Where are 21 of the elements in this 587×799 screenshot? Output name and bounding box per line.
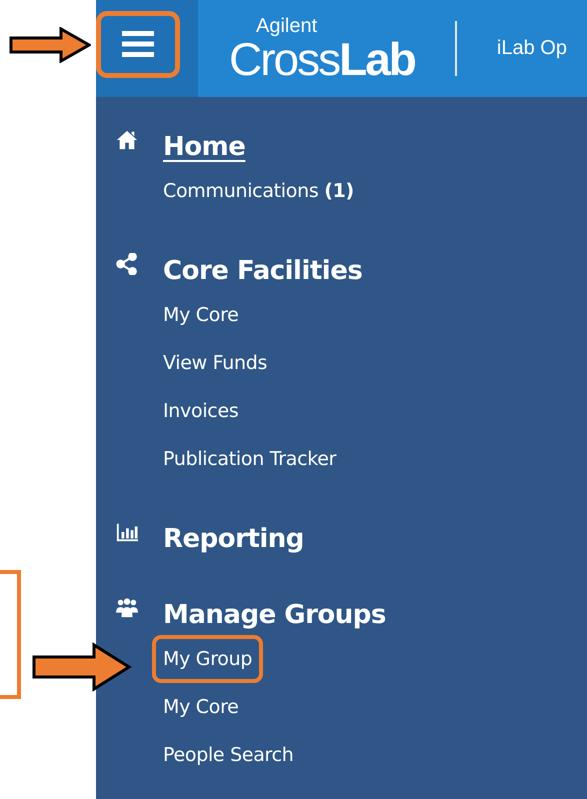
share-icon [116,253,138,275]
nav-item-link[interactable]: Publication Tracker [152,435,348,483]
nav-item-link[interactable]: My Core [152,291,250,339]
logo-wordmark: CrossLab [229,36,415,82]
nav-section-link[interactable]: Home [163,132,246,162]
nav-section-link[interactable]: Core Facilities [163,256,362,286]
menu-button[interactable] [96,10,180,78]
home-icon [116,129,138,151]
nav-item-link[interactable]: Invoices [152,387,250,435]
nav-item-link[interactable]: People Search [152,731,305,779]
nav-item-link[interactable]: My Group [152,635,264,683]
nav-item-link[interactable]: View Funds [152,339,278,387]
users-icon [116,597,138,619]
app-title: iLab Op [496,37,567,60]
logo-subtitle: Agilent [256,16,318,36]
bar-chart-icon [116,521,138,543]
menu-icon [122,31,154,57]
nav-section-link[interactable]: Reporting [163,524,304,554]
nav-item-link[interactable]: Communications (1) [152,167,365,215]
nav-section-link[interactable]: Manage Groups [163,600,386,630]
nav-item-link[interactable]: My Core [152,683,250,731]
